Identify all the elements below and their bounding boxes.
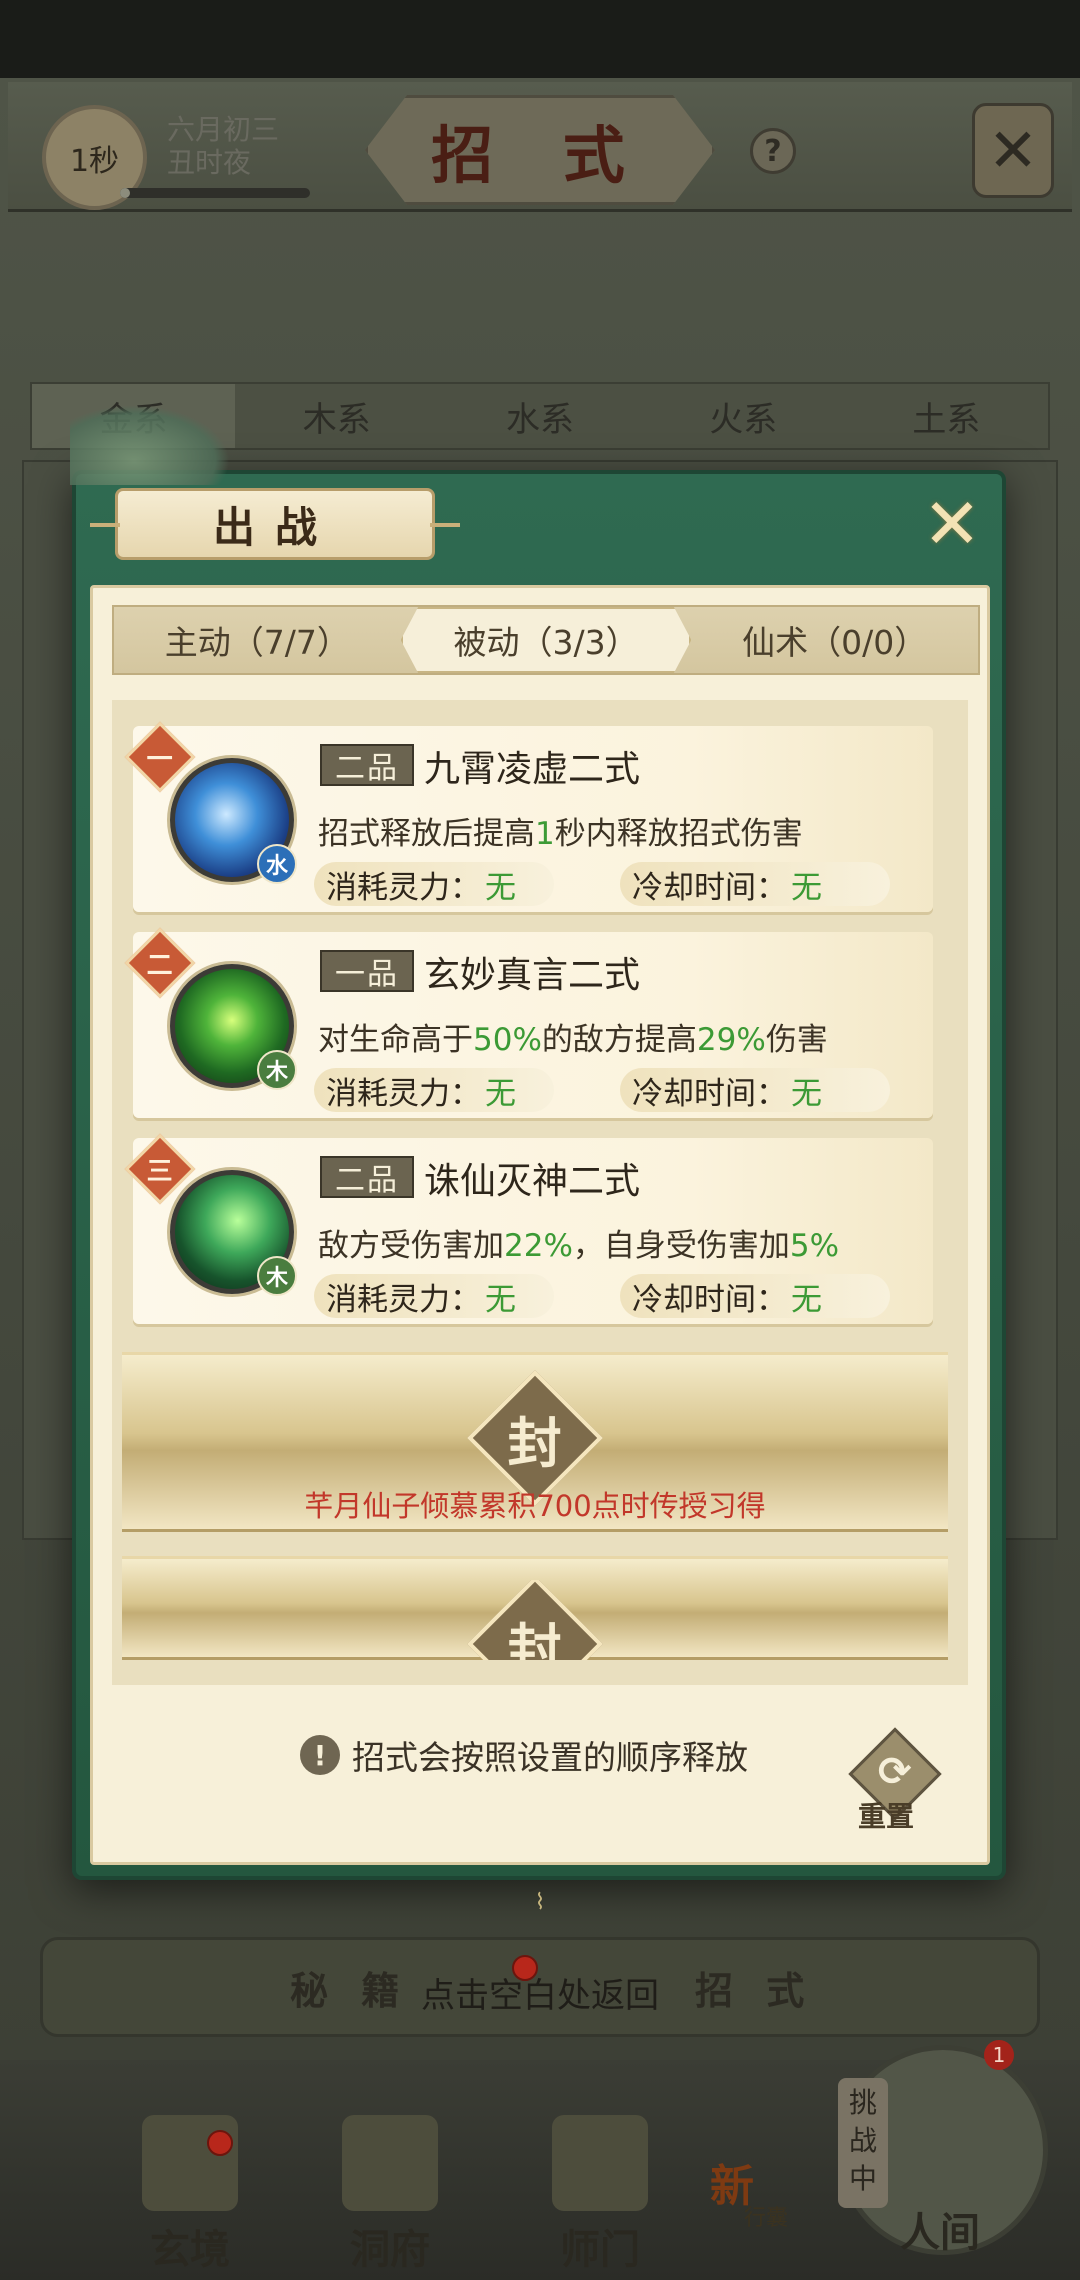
mode-tabs: 主动（7/7） 被动（3/3） 仙术（0/0）	[112, 605, 980, 675]
grade-tag: 一品	[320, 950, 414, 992]
tab-passive-skills[interactable]: 被动（3/3）	[400, 607, 692, 673]
scroll-icon	[142, 2115, 238, 2211]
spirit-cost: 消耗灵力：无	[314, 862, 554, 906]
grade-tag: 二品	[320, 744, 414, 786]
cooldown: 冷却时间：无	[620, 1068, 890, 1112]
grade-tag: 二品	[320, 1156, 414, 1198]
element-tag: 木	[257, 1256, 297, 1296]
skill-name: 玄妙真言二式	[424, 955, 641, 996]
cooldown: 冷却时间：无	[620, 862, 890, 906]
tab-wood[interactable]: 木系	[235, 384, 438, 448]
order-note: ! 招式会按照设置的顺序释放	[300, 1730, 748, 1780]
modal-handle-icon: ⌇	[534, 1890, 546, 1915]
nav-notification-dot	[207, 2130, 233, 2156]
modal-title: 出战	[90, 488, 460, 560]
reset-button[interactable]: ⟳ 重置	[848, 1727, 944, 1833]
nav-dongfu[interactable]: 洞府	[320, 2115, 460, 2275]
time-progress-bar	[120, 188, 310, 198]
info-icon: !	[300, 1735, 340, 1775]
skill-description: 敌方受伤害加22%，自身受伤害加5%	[318, 1228, 840, 1264]
unlock-hint: 芊月仙子倾慕累积700点时传授习得	[304, 1489, 766, 1523]
time-progress-fill	[120, 188, 130, 198]
close-page-icon[interactable]: ✕	[972, 103, 1054, 198]
tab-immortal-arts[interactable]: 仙术（0/0）	[691, 607, 978, 673]
tab-fire[interactable]: 火系	[642, 384, 845, 448]
nav-shimen[interactable]: 师门	[530, 2115, 670, 2275]
element-tag: 木	[257, 1050, 297, 1090]
help-icon[interactable]: ?	[750, 128, 796, 174]
bag-label[interactable]: 行囊	[744, 2200, 788, 2232]
tab-active-skills[interactable]: 主动（7/7）	[114, 607, 401, 673]
challenge-status: 挑战中	[838, 2078, 888, 2208]
skill-name: 九霄凌虚二式	[424, 749, 641, 790]
tab-earth[interactable]: 土系	[845, 384, 1048, 448]
skill-name: 诛仙灭神二式	[424, 1161, 641, 1202]
tab-water[interactable]: 水系	[438, 384, 641, 448]
banner-icon	[552, 2115, 648, 2211]
challenge-count-badge: 1	[984, 2040, 1014, 2070]
time-of-day: 丑时夜	[167, 146, 252, 179]
spirit-cost: 消耗灵力：无	[314, 1274, 554, 1318]
page-title: 招 式	[365, 95, 715, 205]
cooldown: 冷却时间：无	[620, 1274, 890, 1318]
nav-xuanjing[interactable]: 玄境	[120, 2115, 260, 2275]
tap-to-return-hint: 点击空白处返回	[421, 1976, 659, 2016]
order-note-text: 招式会按照设置的顺序释放	[352, 1738, 748, 1777]
notification-dot	[512, 1955, 538, 1981]
spirit-cost: 消耗灵力：无	[314, 1068, 554, 1112]
refresh-icon: ⟳	[878, 1749, 912, 1795]
seal-emblem: 封	[467, 1580, 603, 1660]
element-tag: 水	[257, 844, 297, 884]
seal-clip: 封	[122, 1580, 948, 1660]
reset-label: 重置	[858, 1800, 915, 1833]
close-icon[interactable]: ✕	[918, 483, 986, 565]
skill-description: 对生命高于50%的敌方提高29%伤害	[318, 1022, 828, 1058]
mountain-decoration	[70, 405, 230, 485]
pavilion-icon	[342, 2115, 438, 2211]
nav-renjian[interactable]: 人间	[870, 2200, 1010, 2258]
skill-description: 招式释放后提高1秒内释放招式伤害	[318, 816, 803, 852]
